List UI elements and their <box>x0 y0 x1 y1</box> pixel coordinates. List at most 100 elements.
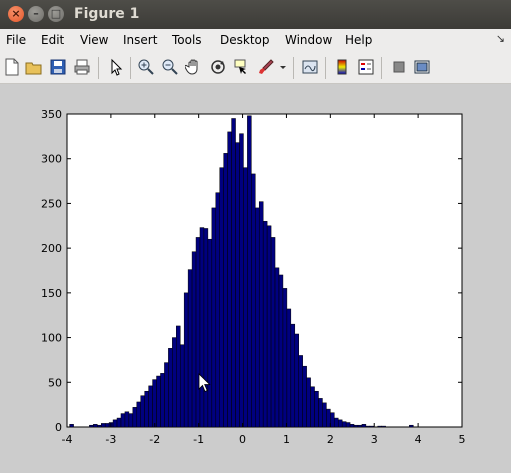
x-tick-label: 2 <box>327 433 334 446</box>
histogram-bar <box>314 390 319 428</box>
histogram-bar <box>290 323 296 428</box>
hide-plot-tools-icon[interactable] <box>390 58 408 76</box>
histogram-bar <box>322 402 327 428</box>
y-tick-label: 350 <box>41 108 62 121</box>
x-tick-label: 3 <box>371 433 378 446</box>
histogram-bar <box>219 167 224 428</box>
toolbar-separator <box>381 57 382 79</box>
menu-view[interactable]: View <box>80 33 108 47</box>
histogram-bar <box>231 118 236 428</box>
histogram-bar <box>148 385 153 428</box>
histogram-bar <box>349 424 355 428</box>
histogram-bar <box>179 344 185 428</box>
link-plot-icon[interactable] <box>301 58 319 76</box>
dock-figure-icon[interactable]: ↘ <box>496 32 505 45</box>
close-window-button[interactable]: × <box>8 6 24 22</box>
histogram-bar <box>353 424 359 428</box>
menu-help[interactable]: Help <box>345 33 372 47</box>
histogram-bar <box>377 425 382 428</box>
y-tick-label: 0 <box>55 421 62 434</box>
histogram-bar <box>104 423 110 428</box>
histogram-bar <box>191 251 197 428</box>
y-tick-label: 50 <box>48 376 62 389</box>
y-tick-label: 100 <box>41 332 62 345</box>
histogram-bar <box>195 237 201 428</box>
new-figure-icon[interactable] <box>3 58 21 76</box>
histogram-bar <box>112 419 118 428</box>
histogram-bar <box>326 408 331 428</box>
menu-window[interactable]: Window <box>285 33 332 47</box>
histogram-bar <box>306 377 311 428</box>
histogram-bar <box>258 201 264 428</box>
histogram-bar <box>120 413 126 428</box>
histogram-bar <box>100 423 106 428</box>
histogram-bar <box>318 398 323 428</box>
x-tick-label: 0 <box>239 433 246 446</box>
legend-icon[interactable] <box>357 58 375 76</box>
colorbar-icon[interactable] <box>333 58 351 76</box>
maximize-window-button[interactable]: □ <box>48 6 64 22</box>
histogram-bar <box>203 228 209 428</box>
histogram-bar <box>215 192 220 428</box>
histogram-bar <box>136 401 141 428</box>
histogram-bar <box>274 267 280 428</box>
histogram-bar <box>93 424 98 428</box>
histogram-bar <box>361 424 367 428</box>
x-tick-label: -4 <box>62 433 73 446</box>
menu-file[interactable]: File <box>6 33 26 47</box>
histogram-bar <box>187 269 193 428</box>
histogram-bar <box>140 395 145 428</box>
menu-insert[interactable]: Insert <box>123 33 157 47</box>
y-tick-label: 300 <box>41 153 62 166</box>
histogram-bar <box>211 207 217 428</box>
histogram-chart[interactable]: -4 -3 -2 -1 0 1 2 3 4 5 0 50 100 150 200 250 300 350 <box>0 84 511 469</box>
toolbar-separator <box>130 57 131 79</box>
histogram-bar <box>381 425 386 428</box>
y-tick-label: 200 <box>41 242 62 255</box>
pan-hand-icon[interactable] <box>185 58 203 76</box>
brush-icon[interactable] <box>257 58 275 76</box>
histogram-bar <box>334 417 339 428</box>
histogram-bar <box>337 419 343 428</box>
histogram-bar <box>247 115 252 428</box>
window-titlebar[interactable]: × – □ Figure 1 <box>0 0 511 29</box>
histogram-bar <box>298 355 303 428</box>
histogram-bar <box>227 131 232 428</box>
zoom-out-icon[interactable] <box>161 58 179 76</box>
histogram-bar <box>255 207 260 428</box>
x-tick-label: -1 <box>193 433 204 446</box>
histogram-bar <box>310 386 315 428</box>
histogram-bar <box>282 288 288 428</box>
save-icon[interactable] <box>49 58 67 76</box>
histogram-bar <box>345 422 351 428</box>
histogram-bar <box>251 173 256 428</box>
window-title: Figure 1 <box>74 6 140 22</box>
histogram-bar <box>409 424 414 428</box>
histogram-bar <box>172 337 177 428</box>
histogram-bar <box>270 237 276 428</box>
menu-tools[interactable]: Tools <box>172 33 202 47</box>
menu-edit[interactable]: Edit <box>41 33 64 47</box>
toolbar-separator <box>293 57 294 79</box>
histogram-bar <box>302 365 307 428</box>
print-icon[interactable] <box>73 58 91 76</box>
figure-toolbar <box>0 51 511 84</box>
open-file-icon[interactable] <box>25 58 43 76</box>
histogram-bar <box>243 167 248 428</box>
minimize-window-button[interactable]: – <box>28 6 44 22</box>
figure-canvas[interactable]: -4 -3 -2 -1 0 1 2 3 4 5 0 50 100 150 200 250 300 350 <box>0 84 511 469</box>
histogram-bar <box>89 424 94 428</box>
histogram-bar <box>132 407 138 428</box>
histogram-bar <box>286 308 292 428</box>
menu-bar: File Edit View Insert Tools Desktop Wind… <box>0 29 511 51</box>
brush-dropdown-icon[interactable] <box>278 58 288 76</box>
menu-desktop[interactable]: Desktop <box>220 33 270 47</box>
zoom-in-icon[interactable] <box>137 58 155 76</box>
data-cursor-icon[interactable] <box>233 58 251 76</box>
histogram-bar <box>341 421 347 428</box>
histogram-bar <box>357 424 363 428</box>
histogram-bar <box>278 274 284 428</box>
show-plot-tools-icon[interactable] <box>413 58 431 76</box>
rotate-3d-icon[interactable] <box>209 58 227 76</box>
edit-plot-arrow-icon[interactable] <box>107 58 125 76</box>
